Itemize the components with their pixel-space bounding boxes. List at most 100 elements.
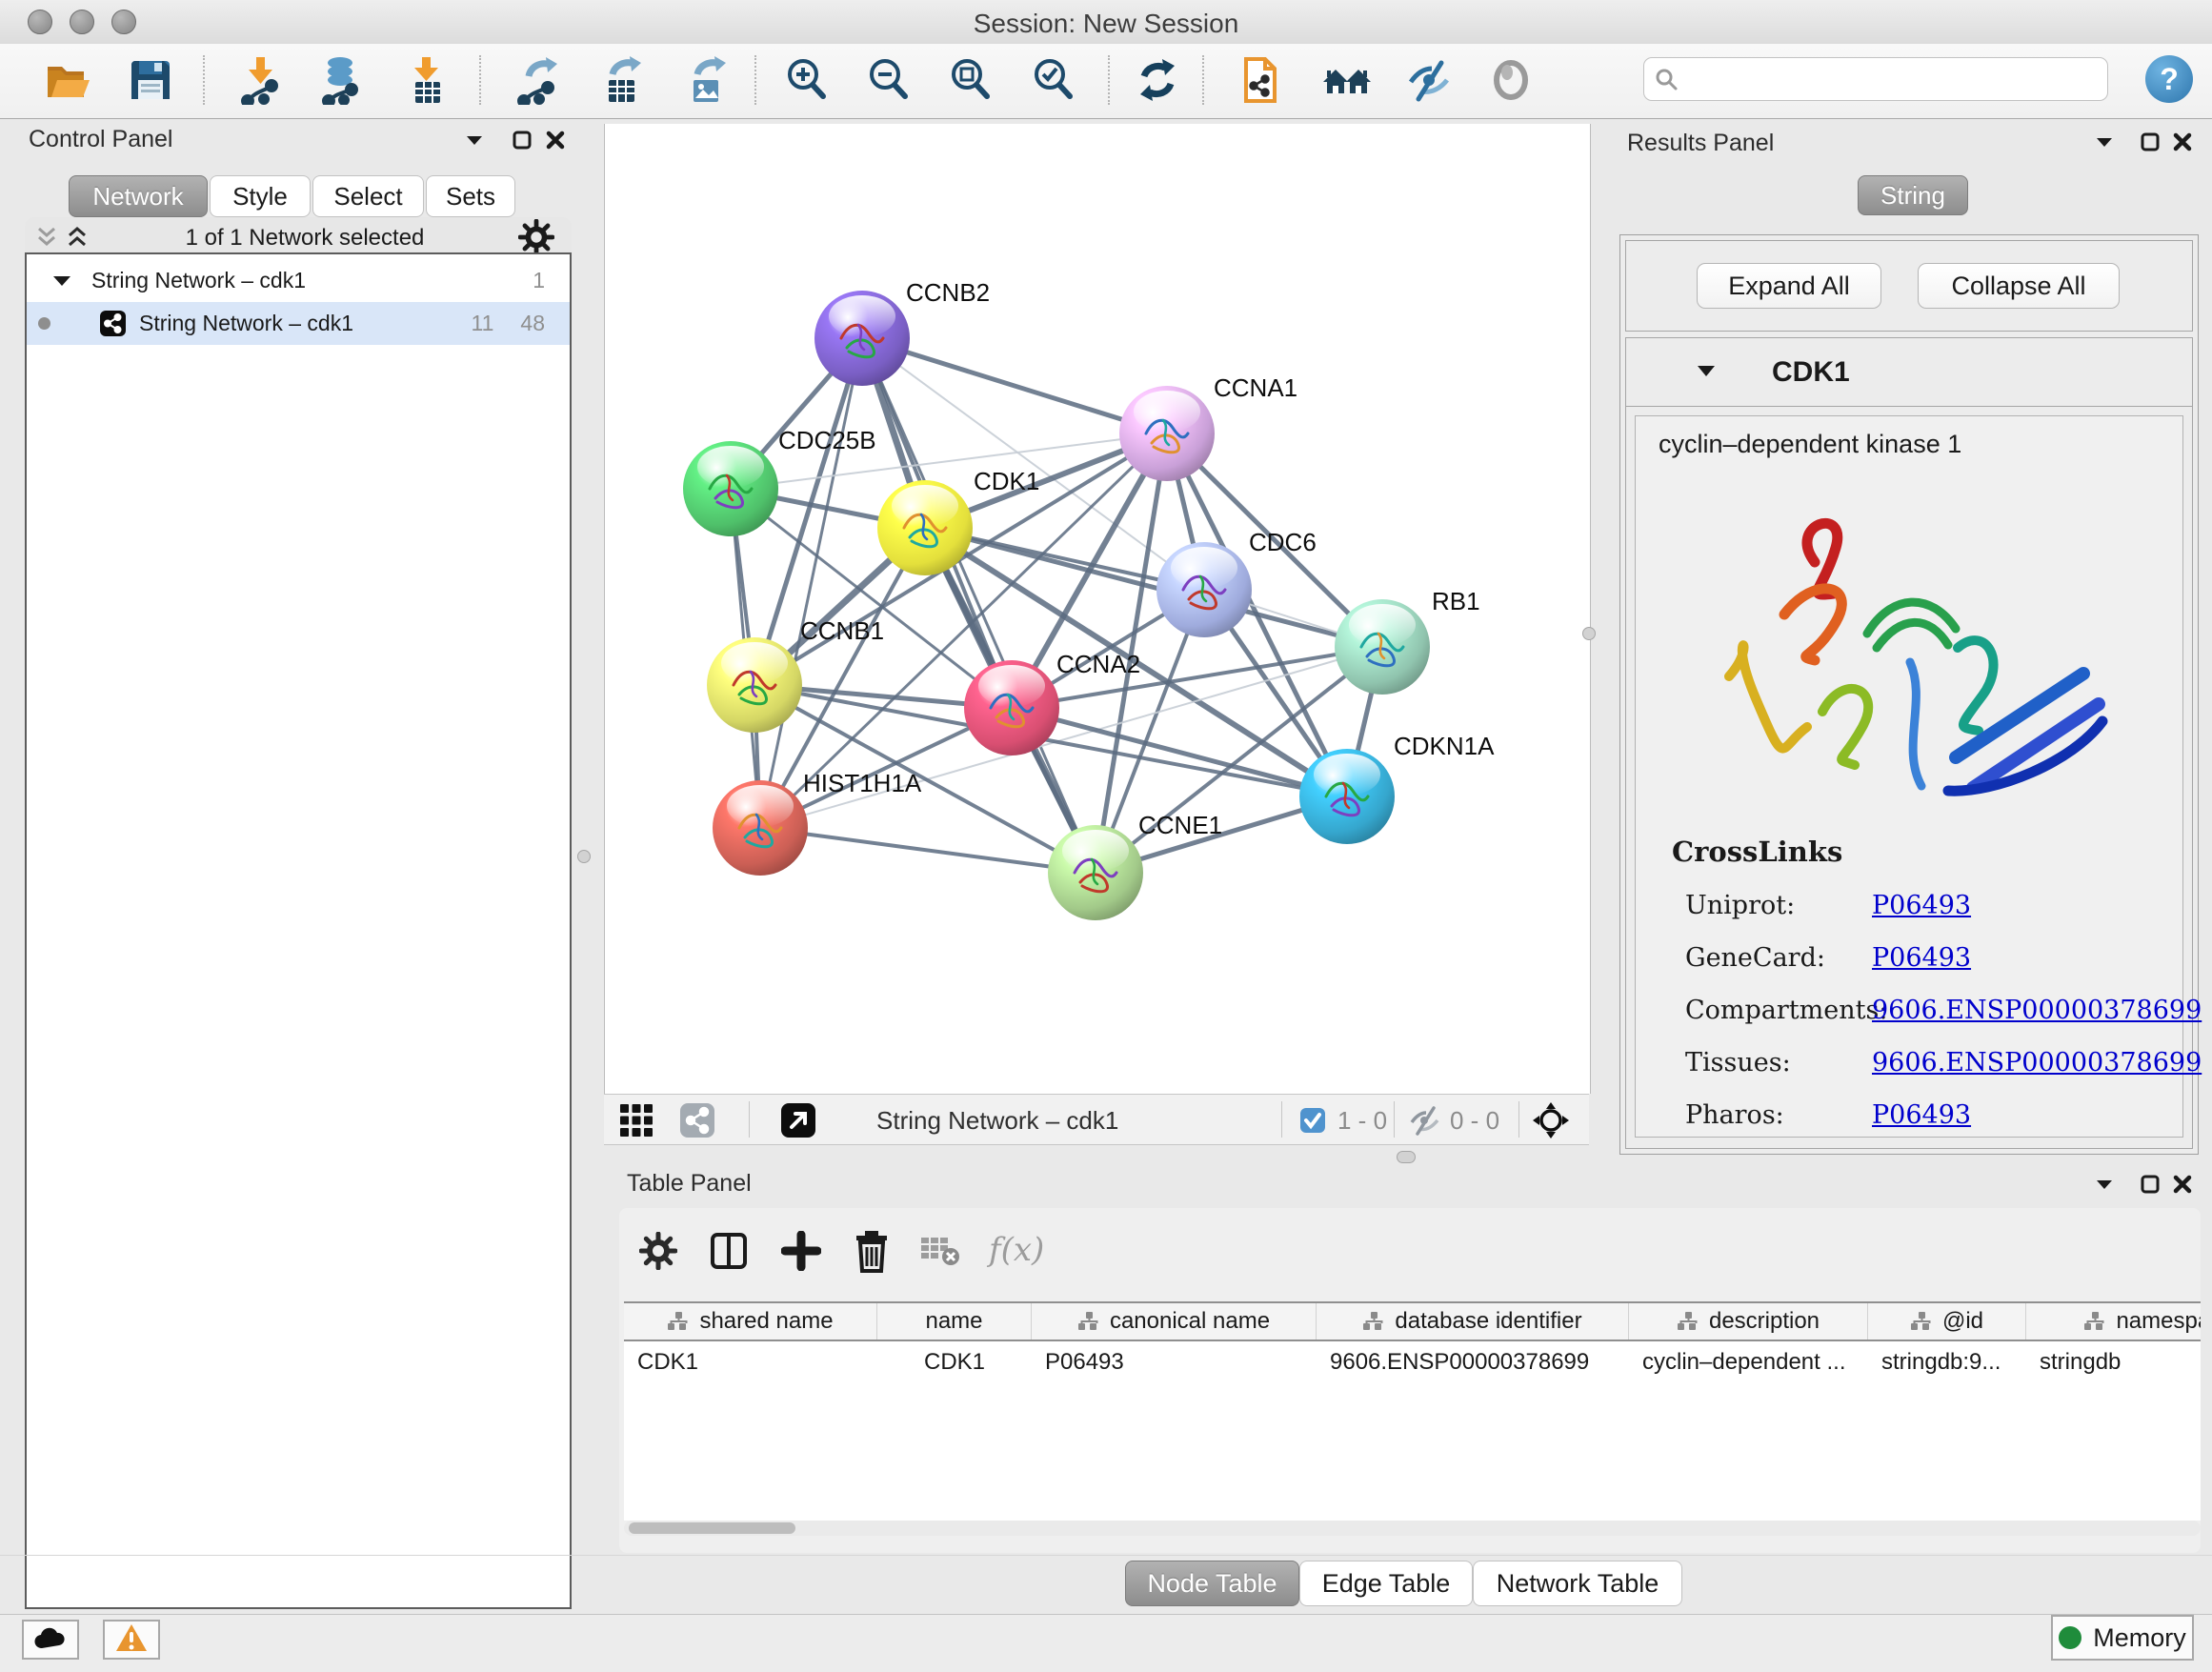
expand-all-networks-icon[interactable]	[65, 225, 90, 250]
results-panel-close-icon[interactable]	[2172, 131, 2193, 152]
network-node-CDC6[interactable]	[1156, 542, 1252, 637]
tab-style[interactable]: Style	[210, 175, 311, 217]
control-panel-menu-icon[interactable]	[464, 131, 485, 149]
network-edge[interactable]	[760, 828, 1096, 873]
collapse-all-networks-icon[interactable]	[34, 225, 59, 250]
zoom-fit-icon[interactable]	[944, 53, 997, 107]
hide-selected-icon[interactable]	[1403, 53, 1457, 107]
network-tree-row-selected[interactable]: String Network – cdk1 11 48	[27, 302, 570, 345]
table-cell[interactable]: stringdb	[2026, 1349, 2201, 1376]
network-node-CDK1[interactable]	[877, 480, 973, 575]
table-cell[interactable]: 9606.ENSP00000378699	[1317, 1349, 1629, 1376]
crosslink-value[interactable]: 9606.ENSP00000378699	[1872, 996, 2202, 1025]
panel-resize-handle[interactable]	[1582, 627, 1596, 640]
expand-all-button[interactable]: Expand All	[1697, 263, 1881, 309]
import-network-from-database-icon[interactable]	[314, 53, 368, 107]
open-in-window-icon[interactable]	[779, 1101, 817, 1139]
column-header-canonical-name[interactable]: canonical name	[1032, 1303, 1317, 1340]
string-import-icon[interactable]	[1235, 53, 1288, 107]
column-header--id[interactable]: @id	[1868, 1303, 2026, 1340]
tab-network[interactable]: Network	[69, 175, 208, 217]
tab-select[interactable]: Select	[312, 175, 424, 217]
import-table-icon[interactable]	[400, 53, 453, 107]
tab-edge-table[interactable]: Edge Table	[1299, 1561, 1473, 1606]
export-table-icon[interactable]	[595, 53, 649, 107]
network-node-RB1[interactable]	[1335, 599, 1430, 695]
crosslink-value[interactable]: P06493	[1872, 1100, 1971, 1130]
tab-sets[interactable]: Sets	[426, 175, 515, 217]
table-panel-menu-icon[interactable]	[2094, 1176, 2115, 1193]
network-node-CCNA1[interactable]	[1119, 386, 1215, 481]
zoom-selected-icon[interactable]	[1027, 53, 1080, 107]
zoom-out-icon[interactable]	[862, 53, 915, 107]
gene-section-header[interactable]: CDK1	[1772, 356, 1850, 389]
table-cell[interactable]: CDK1	[624, 1349, 877, 1376]
warning-button[interactable]	[103, 1620, 160, 1660]
network-view-canvas[interactable]: CCNB2CCNA1CDC25BCDK1CDC6RB1CCNB1CCNA2CDK…	[604, 124, 1591, 1094]
section-collapse-arrow-icon[interactable]	[1695, 362, 1718, 379]
network-view-type-icon[interactable]	[678, 1101, 716, 1139]
open-session-icon[interactable]	[40, 53, 93, 107]
network-node-HIST1H1A[interactable]	[713, 780, 808, 876]
table-gear-icon[interactable]	[636, 1229, 680, 1273]
import-network-icon[interactable]	[233, 53, 287, 107]
grid-view-icon[interactable]	[617, 1101, 655, 1139]
fit-content-crosshair-icon[interactable]	[1532, 1101, 1570, 1139]
selected-checkbox-icon[interactable]	[1298, 1101, 1327, 1139]
collapse-all-button[interactable]: Collapse All	[1918, 263, 2120, 309]
network-tree-root-row[interactable]: String Network – cdk1 1	[27, 259, 570, 302]
network-node-CCNB1[interactable]	[707, 637, 802, 733]
table-cell[interactable]: stringdb:9...	[1868, 1349, 2026, 1376]
column-header-name[interactable]: name	[877, 1303, 1032, 1340]
table-cell[interactable]: P06493	[1032, 1349, 1317, 1376]
control-panel-close-icon[interactable]	[545, 130, 566, 151]
crosslink-value[interactable]: 9606.ENSP00000378699	[1872, 1048, 2202, 1078]
show-columns-icon[interactable]	[707, 1229, 751, 1273]
horizontal-scrollbar[interactable]	[624, 1521, 2201, 1536]
panel-resize-handle[interactable]	[577, 850, 591, 863]
delete-column-icon[interactable]	[850, 1229, 894, 1273]
network-edge[interactable]	[760, 338, 862, 828]
export-image-icon[interactable]	[680, 53, 734, 107]
collapse-arrow-icon[interactable]	[51, 273, 72, 289]
table-body[interactable]: CDK1CDK1P064939606.ENSP00000378699cyclin…	[624, 1341, 2201, 1521]
table-header-row[interactable]: shared namenamecanonical namedatabase id…	[624, 1301, 2201, 1341]
column-header-database-identifier[interactable]: database identifier	[1317, 1303, 1629, 1340]
network-node-CCNA2[interactable]	[964, 660, 1059, 755]
save-session-icon[interactable]	[124, 53, 177, 107]
show-all-icon[interactable]	[1484, 53, 1538, 107]
panel-resize-handle[interactable]	[1397, 1151, 1416, 1163]
column-header-description[interactable]: description	[1629, 1303, 1868, 1340]
crosslink-value[interactable]: P06493	[1872, 943, 1971, 973]
network-node-CCNB2[interactable]	[814, 291, 910, 386]
results-panel-float-icon[interactable]	[2140, 131, 2161, 152]
control-panel-float-icon[interactable]	[512, 130, 533, 151]
scrollbar-thumb[interactable]	[629, 1522, 795, 1534]
table-cell[interactable]: cyclin–dependent ...	[1629, 1349, 1868, 1376]
table-cell[interactable]: CDK1	[877, 1349, 1032, 1376]
zoom-in-icon[interactable]	[780, 53, 834, 107]
column-header-namespace[interactable]: namespace	[2026, 1303, 2201, 1340]
search-input[interactable]	[1688, 59, 2107, 99]
tab-string[interactable]: String	[1858, 175, 1968, 215]
cloud-button[interactable]	[22, 1620, 79, 1660]
table-panel-float-icon[interactable]	[2140, 1174, 2161, 1195]
column-header-shared-name[interactable]: shared name	[624, 1303, 877, 1340]
tab-network-table[interactable]: Network Table	[1473, 1561, 1682, 1606]
export-network-icon[interactable]	[512, 53, 565, 107]
add-column-icon[interactable]	[779, 1229, 823, 1273]
table-panel-close-icon[interactable]	[2172, 1174, 2193, 1195]
refresh-icon[interactable]	[1131, 53, 1184, 107]
network-node-CDKN1A[interactable]	[1299, 749, 1395, 844]
network-options-gear-icon[interactable]	[518, 219, 554, 255]
results-panel-menu-icon[interactable]	[2094, 133, 2115, 151]
home-icon[interactable]	[1320, 53, 1374, 107]
network-node-CCNE1[interactable]	[1048, 825, 1143, 920]
table-row[interactable]: CDK1CDK1P064939606.ENSP00000378699cyclin…	[624, 1341, 2201, 1383]
crosslink-value[interactable]: P06493	[1872, 891, 1971, 920]
hidden-eye-icon[interactable]	[1406, 1101, 1444, 1139]
help-button[interactable]: ?	[2145, 55, 2193, 103]
network-node-CDC25B[interactable]	[683, 441, 778, 536]
memory-button[interactable]: Memory	[2051, 1615, 2194, 1661]
tab-node-table[interactable]: Node Table	[1125, 1561, 1299, 1606]
